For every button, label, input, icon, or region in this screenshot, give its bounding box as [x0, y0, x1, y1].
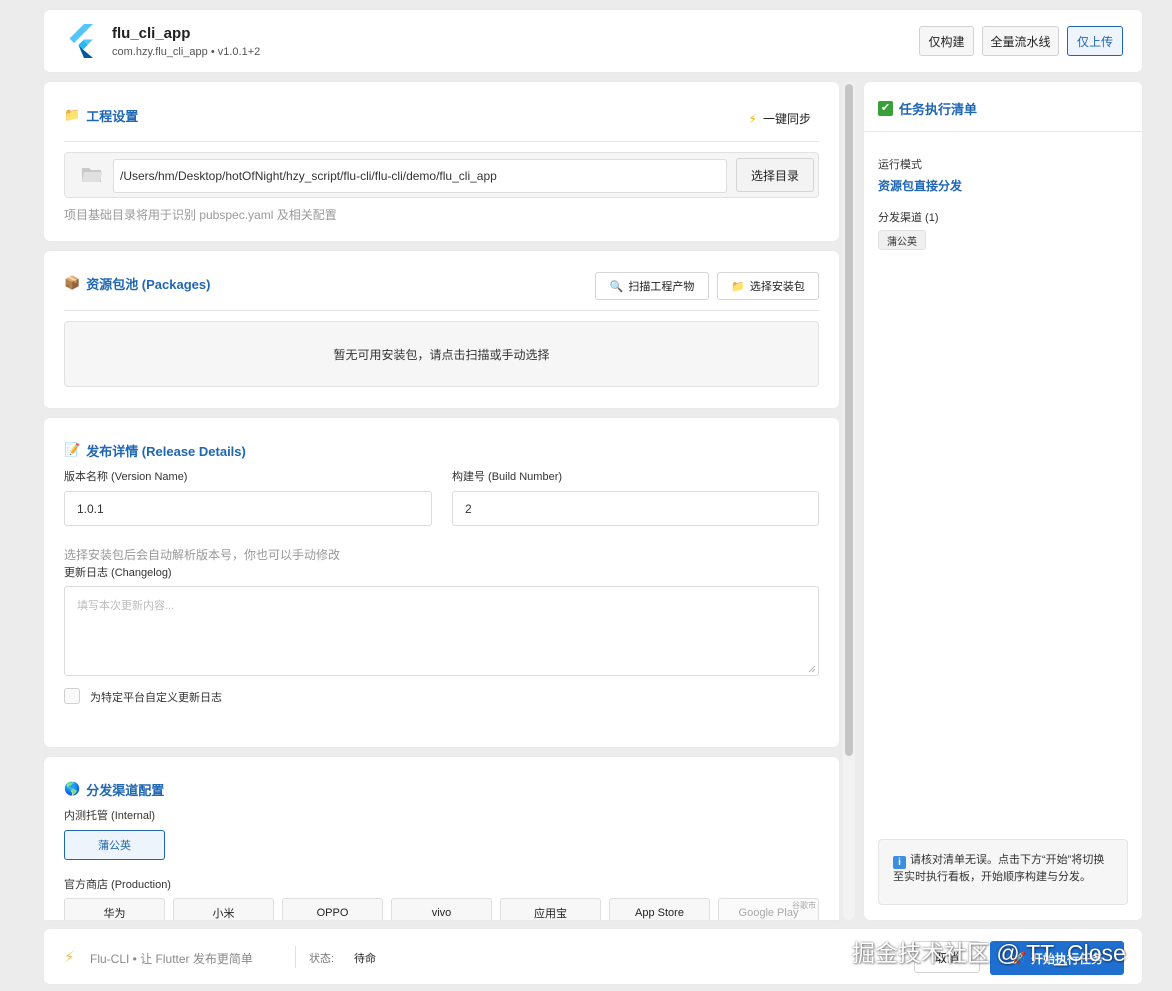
- store-list: 华为 小米 OPPO vivo 应用宝 App Store Google Pla…: [64, 898, 819, 920]
- packages-title: 📦 资源包池 (Packages): [64, 276, 211, 292]
- folder-icon: 📁: [64, 108, 81, 123]
- changelog-label: 更新日志 (Changelog): [64, 567, 172, 579]
- version-hint: 选择安装包后会自动解析版本号，你也可以手动修改: [64, 548, 341, 562]
- upload-only-button[interactable]: 仅上传: [1067, 26, 1123, 56]
- memo-icon: 📝: [64, 443, 81, 458]
- globe-icon: 🌎: [64, 782, 81, 797]
- channel-pgyer[interactable]: 蒲公英: [64, 830, 165, 860]
- release-details-card: 📝 发布详情 (Release Details) 版本名称 (Version N…: [44, 418, 839, 747]
- version-name-input[interactable]: 1.0.1: [64, 491, 432, 526]
- divider: [64, 141, 819, 142]
- select-package-button[interactable]: 📁 选择安装包: [717, 272, 819, 300]
- store-vivo[interactable]: vivo: [391, 898, 492, 920]
- packages-card: 📦 资源包池 (Packages) 🔍 扫描工程产物 📁 选择安装包 暂无可用安…: [44, 251, 839, 408]
- packages-empty-state: 暂无可用安装包，请点击扫描或手动选择: [64, 321, 819, 387]
- divider: [64, 310, 819, 311]
- project-path-row: /Users/hm/Desktop/hotOfNight/hzy_script/…: [64, 152, 819, 198]
- changelog-textarea[interactable]: 填写本次更新内容...: [64, 586, 819, 676]
- scan-artifacts-button[interactable]: 🔍 扫描工程产物: [595, 272, 709, 300]
- choose-directory-button[interactable]: 选择目录: [736, 158, 814, 192]
- app-name: flu_cli_app: [112, 25, 191, 42]
- folder-icon: 📁: [731, 279, 745, 293]
- info-icon: i: [893, 856, 906, 869]
- store-app-store[interactable]: App Store: [609, 898, 710, 920]
- task-checklist-panel: ✔ 任务执行清单 运行模式 资源包直接分发 分发渠道 (1) 蒲公英 i 请核对清…: [864, 82, 1142, 920]
- store-google-play-tag: 谷歌市: [792, 901, 816, 910]
- run-mode-value: 资源包直接分发: [878, 179, 963, 193]
- custom-changelog-checkbox[interactable]: [64, 688, 80, 704]
- store-google-play[interactable]: Google Play 谷歌市: [718, 898, 819, 920]
- status-value: 待命: [354, 953, 376, 965]
- one-click-sync-button[interactable]: ⚡ 一键同步: [749, 110, 811, 127]
- project-path-input[interactable]: /Users/hm/Desktop/hotOfNight/hzy_script/…: [113, 159, 727, 193]
- watermark: 掘金技术社区 @ TT_Close: [852, 940, 1126, 966]
- open-folder-icon: [82, 168, 102, 182]
- release-details-title: 📝 发布详情 (Release Details): [64, 443, 246, 459]
- store-xiaomi[interactable]: 小米: [173, 898, 274, 920]
- divider: [864, 131, 1142, 132]
- lightning-icon: ⚡: [748, 111, 757, 126]
- app-package-version: com.hzy.flu_cli_app • v1.0.1+2: [112, 46, 261, 58]
- main-scrollbar[interactable]: [843, 82, 855, 920]
- channel-chip: 蒲公英: [878, 230, 926, 250]
- project-settings-title: 📁 工程设置: [64, 108, 139, 124]
- flutter-logo-icon: [69, 24, 93, 58]
- project-hint: 项目基础目录将用于识别 pubspec.yaml 及相关配置: [64, 208, 337, 222]
- changelog-placeholder: 填写本次更新内容...: [77, 600, 175, 612]
- build-number-input[interactable]: 2: [452, 491, 819, 526]
- resize-handle-icon[interactable]: [808, 665, 816, 673]
- production-label: 官方商店 (Production): [64, 879, 171, 891]
- version-name-label: 版本名称 (Version Name): [64, 471, 188, 483]
- build-only-button[interactable]: 仅构建: [919, 26, 974, 56]
- package-icon: 📦: [64, 276, 81, 291]
- store-yingyongbao[interactable]: 应用宝: [500, 898, 601, 920]
- app-header: flu_cli_app com.hzy.flu_cli_app • v1.0.1…: [44, 10, 1142, 72]
- channels-card: 🌎 分发渠道配置 内测托管 (Internal) 蒲公英 官方商店 (Produ…: [44, 757, 839, 920]
- check-mark-icon: ✔: [878, 101, 893, 116]
- magnifier-icon: 🔍: [609, 279, 624, 293]
- status-label: 状态:: [309, 953, 335, 965]
- lightning-icon: ⚡: [64, 949, 75, 966]
- store-huawei[interactable]: 华为: [64, 898, 165, 920]
- full-pipeline-button[interactable]: 全量流水线: [982, 26, 1059, 56]
- scrollbar-thumb[interactable]: [845, 84, 853, 756]
- run-mode-label: 运行模式: [878, 159, 922, 171]
- build-number-label: 构建号 (Build Number): [452, 471, 563, 483]
- custom-changelog-label: 为特定平台自定义更新日志: [90, 692, 222, 704]
- divider: [295, 946, 296, 968]
- project-settings-card: 📁 工程设置 ⚡ 一键同步 /Users/hm/Desktop/hotOfNig…: [44, 82, 839, 241]
- internal-label: 内测托管 (Internal): [64, 810, 156, 822]
- footer-brand: Flu-CLI • 让 Flutter 发布更简单: [90, 952, 253, 966]
- store-google-play-label: Google Play: [738, 907, 799, 919]
- channels-count-label: 分发渠道 (1): [878, 212, 939, 224]
- channels-title: 🌎 分发渠道配置: [64, 782, 165, 798]
- store-oppo[interactable]: OPPO: [282, 898, 383, 920]
- task-checklist-title: ✔ 任务执行清单: [878, 99, 977, 118]
- checklist-notice: i 请核对清单无误。点击下方“开始”将切换至实时执行看板，开始顺序构建与分发。: [878, 839, 1128, 905]
